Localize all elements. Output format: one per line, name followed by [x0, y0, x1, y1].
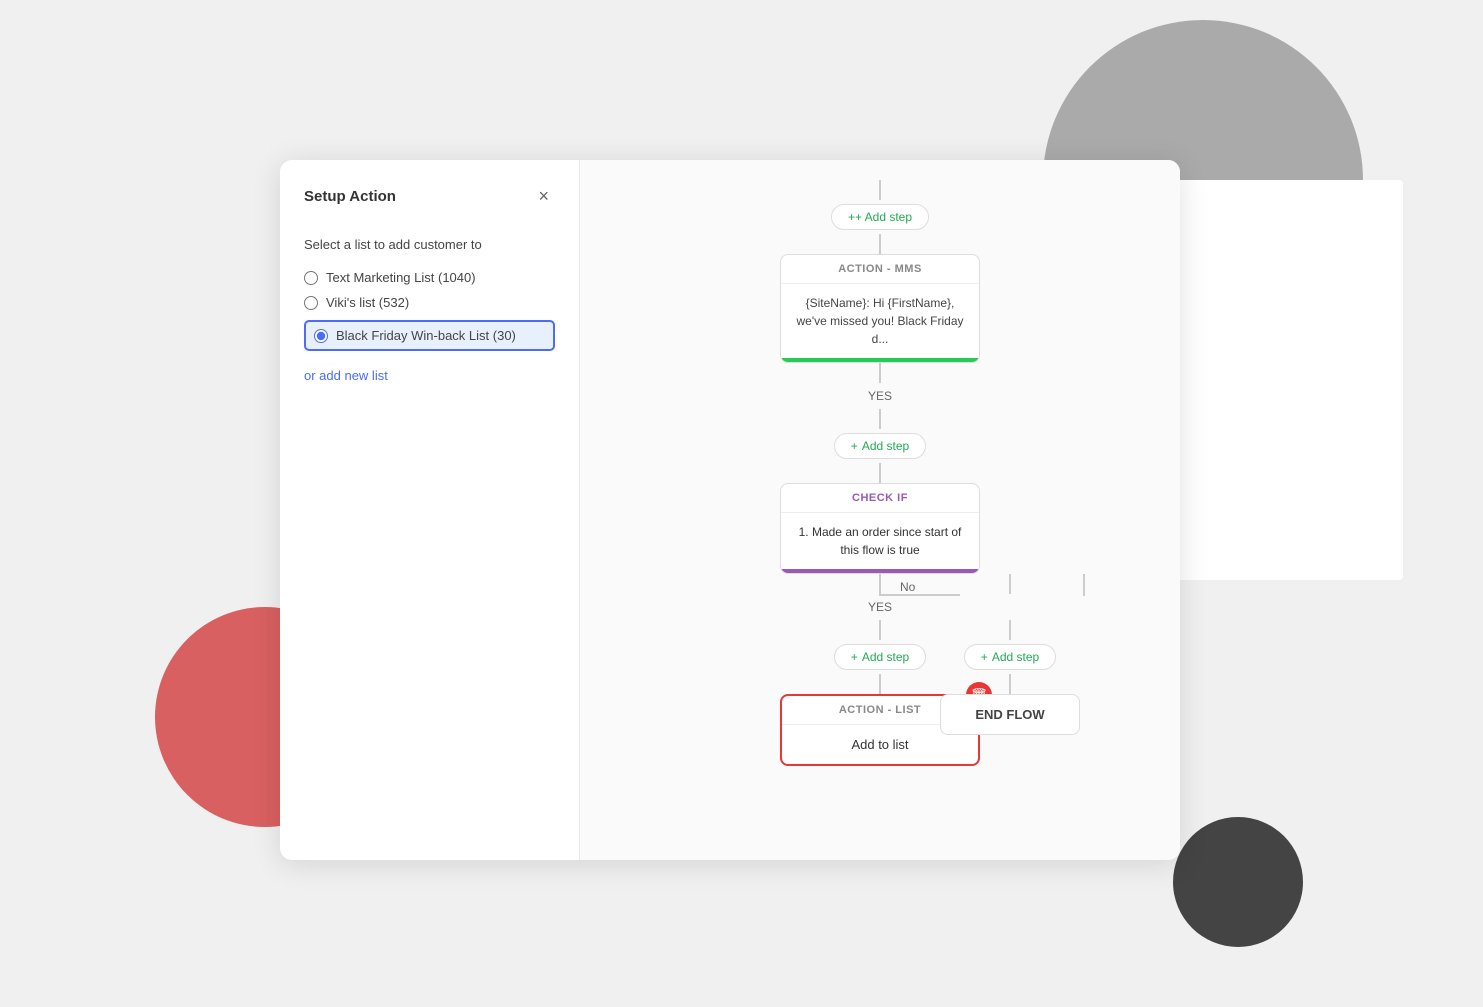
branch-v-left: [879, 574, 881, 596]
list-radio-3[interactable]: [314, 329, 328, 343]
plus-icon-right: +: [981, 650, 988, 664]
list-option-3-selected[interactable]: Black Friday Win-back List (30): [304, 320, 555, 351]
flow-panel: + + Add step ACTION - MMS {SiteName}: Hi…: [580, 160, 1180, 860]
connector-line-4: [879, 463, 881, 483]
bg-decoration-dark: [1173, 817, 1303, 947]
setup-header: Setup Action ×: [304, 184, 555, 209]
plus-icon-left: +: [851, 650, 858, 664]
main-container: Setup Action × Select a list to add cust…: [280, 160, 1180, 860]
radio-group: Text Marketing List (1040) Viki's list (…: [304, 270, 555, 351]
plus-icon: +: [848, 210, 855, 224]
close-button[interactable]: ×: [532, 184, 555, 209]
action-mms-card[interactable]: ACTION - MMS {SiteName}: Hi {FirstName},…: [780, 254, 980, 363]
check-if-condition: 1. Made an order since start of this flo…: [781, 513, 979, 569]
connector-line-top: [879, 180, 881, 200]
end-flow-card[interactable]: END FLOW: [940, 694, 1080, 735]
setup-title: Setup Action: [304, 188, 396, 205]
list-option-1[interactable]: Text Marketing List (1040): [304, 270, 555, 285]
list-radio-2[interactable]: [304, 296, 318, 310]
add-step-button-2[interactable]: + Add step: [834, 433, 926, 459]
add-step-button-left[interactable]: + Add step: [834, 644, 926, 670]
branch-right-line-3: [1009, 674, 1011, 694]
no-label: No: [900, 580, 915, 594]
add-new-list-link[interactable]: or add new list: [304, 368, 388, 383]
setup-panel: Setup Action × Select a list to add cust…: [280, 160, 580, 860]
list-radio-1[interactable]: [304, 271, 318, 285]
plus-icon-2: +: [851, 439, 858, 453]
yes-label-2: YES: [868, 600, 892, 614]
check-if-header: CHECK IF: [781, 484, 979, 513]
action-mms-body: {SiteName}: Hi {FirstName}, we've missed…: [781, 284, 979, 358]
add-step-button-right[interactable]: + Add step: [964, 644, 1056, 670]
action-mms-footer: [781, 358, 979, 362]
connector-line-3: [879, 409, 881, 429]
add-step-button-top[interactable]: + + Add step: [831, 204, 929, 230]
check-if-card[interactable]: CHECK IF 1. Made an order since start of…: [780, 483, 980, 574]
branch-left-line-2: [879, 620, 881, 640]
action-mms-header: ACTION - MMS: [781, 255, 979, 284]
setup-subtitle: Select a list to add customer to: [304, 237, 555, 252]
connector-line-1: [879, 234, 881, 254]
connector-line-2: [879, 363, 881, 383]
branch-right-line-2: [1009, 620, 1011, 640]
branch-left-line-3: [879, 674, 881, 694]
yes-label-1: YES: [868, 389, 892, 403]
branch-right-line-1: [1009, 574, 1011, 594]
check-if-footer: [781, 569, 979, 573]
list-option-2[interactable]: Viki's list (532): [304, 295, 555, 310]
